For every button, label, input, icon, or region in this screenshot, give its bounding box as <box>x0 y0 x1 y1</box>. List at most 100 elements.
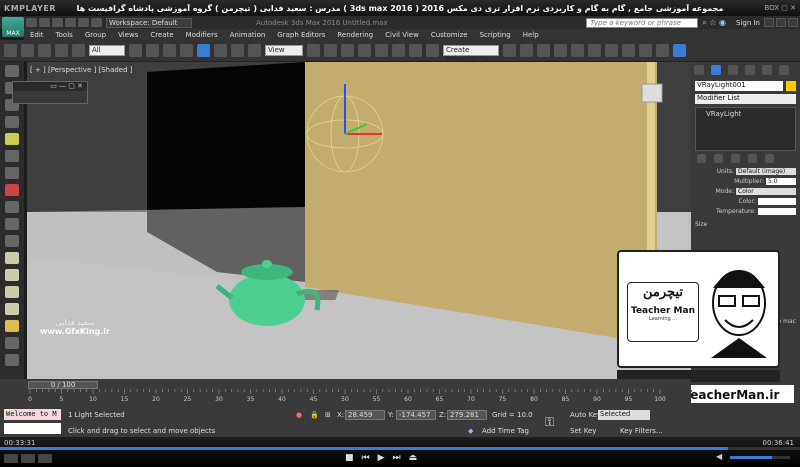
mode-select[interactable]: Color <box>736 188 796 195</box>
units-select[interactable]: Default (image) <box>736 168 796 175</box>
color-swatch[interactable] <box>758 198 796 205</box>
auto-key-button[interactable]: Auto Key <box>570 411 601 419</box>
render-frame-icon[interactable] <box>639 44 652 57</box>
material-editor-icon[interactable] <box>605 44 618 57</box>
viewport-perspective[interactable] <box>27 62 691 379</box>
selection-filter-select[interactable]: All <box>89 45 125 56</box>
rect-select-icon[interactable] <box>163 44 176 57</box>
key-filters-button[interactable]: Key Filters... <box>620 427 663 435</box>
mirror-icon[interactable] <box>503 44 516 57</box>
edit-named-sets-icon[interactable] <box>426 44 439 57</box>
menu-scripting[interactable]: Scripting <box>480 31 511 39</box>
save-icon[interactable] <box>52 18 63 27</box>
window-crossing-icon[interactable] <box>180 44 193 57</box>
link-icon[interactable] <box>38 44 51 57</box>
new-icon[interactable] <box>26 18 37 27</box>
open-file-icon[interactable]: ⏏ <box>409 453 418 463</box>
redo-icon[interactable] <box>21 44 34 57</box>
strip-tool-icon[interactable] <box>5 235 19 247</box>
selection-lock-icon[interactable]: ● <box>296 411 302 419</box>
undo-icon[interactable] <box>4 44 17 57</box>
auto-key-select[interactable]: Selected <box>598 410 650 420</box>
menu-group[interactable]: Group <box>85 31 106 39</box>
open-icon[interactable] <box>39 18 50 27</box>
stop-icon[interactable]: ■ <box>345 453 354 463</box>
percent-snap-icon[interactable] <box>392 44 405 57</box>
floating-window-controls[interactable]: ▭ — ▢ ✕ <box>13 82 87 91</box>
seek-bar[interactable] <box>0 447 800 450</box>
maximize-button[interactable] <box>776 18 786 27</box>
snap-icon[interactable] <box>358 44 371 57</box>
render-icon[interactable] <box>656 44 669 57</box>
ref-coord-select[interactable]: View <box>265 45 303 56</box>
stack-item-vraylight[interactable]: VRayLight <box>696 108 795 120</box>
scale-icon[interactable] <box>231 44 244 57</box>
undo-quick-icon[interactable] <box>65 18 76 27</box>
strip-tool-icon[interactable] <box>5 184 19 196</box>
show-end-icon[interactable] <box>714 154 723 163</box>
multiplier-spinner[interactable]: 5.0 <box>766 178 796 185</box>
menu-modifiers[interactable]: Modifiers <box>186 31 218 39</box>
menu-rendering[interactable]: Rendering <box>337 31 373 39</box>
place-icon[interactable] <box>248 44 261 57</box>
app-logo[interactable]: MAX <box>2 16 24 37</box>
search-input[interactable]: Type a keyword or phrase <box>586 17 699 28</box>
project-icon[interactable] <box>91 18 102 27</box>
workspace-select[interactable]: Workspace: Default <box>106 17 192 28</box>
menu-help[interactable]: Help <box>523 31 539 39</box>
strip-tool-icon[interactable] <box>5 150 19 162</box>
prev-icon[interactable]: ⏮ <box>362 453 370 463</box>
display-tab-icon[interactable] <box>762 65 772 75</box>
viewport-label[interactable]: [ + ] [Perspective ] [Shaded ] <box>30 66 133 74</box>
settings-icon[interactable] <box>38 454 52 463</box>
volume-icon[interactable]: ◀ <box>716 452 722 461</box>
utilities-tab-icon[interactable] <box>779 65 789 75</box>
temperature-spinner[interactable] <box>758 208 796 215</box>
sign-in-link[interactable]: Sign In <box>736 19 760 27</box>
time-slider[interactable]: 0 / 100 <box>28 381 98 389</box>
menu-animation[interactable]: Animation <box>230 31 266 39</box>
strip-tool-icon[interactable] <box>5 65 19 77</box>
select-manipulate-icon[interactable] <box>324 44 337 57</box>
sphere-icon[interactable] <box>5 252 19 264</box>
maxscript-listener[interactable]: Welcome to M <box>4 409 61 420</box>
bind-space-warp-icon[interactable] <box>72 44 85 57</box>
move-icon[interactable] <box>197 44 210 57</box>
menu-graph-editors[interactable]: Graph Editors <box>277 31 325 39</box>
strip-tool-icon[interactable] <box>5 337 19 349</box>
create-tab-icon[interactable] <box>694 65 704 75</box>
key-icon[interactable]: ⚿ <box>545 415 554 430</box>
curve-editor-icon[interactable] <box>571 44 584 57</box>
next-icon[interactable]: ⏭ <box>393 453 401 463</box>
align-icon[interactable] <box>520 44 533 57</box>
object-name-field[interactable]: VRayLight001 <box>695 81 783 91</box>
menu-views[interactable]: Views <box>118 31 138 39</box>
minimize-button[interactable] <box>764 18 774 27</box>
z-coordinate-field[interactable]: 279.281 <box>447 410 487 420</box>
strip-tool-icon[interactable] <box>5 167 19 179</box>
modify-tab-icon[interactable] <box>711 65 721 75</box>
hierarchy-tab-icon[interactable] <box>728 65 738 75</box>
schematic-icon[interactable] <box>588 44 601 57</box>
select-by-name-icon[interactable] <box>146 44 159 57</box>
pin-stack-icon[interactable] <box>697 154 706 163</box>
close-button[interactable] <box>788 18 798 27</box>
set-key-button[interactable]: Set Key <box>570 427 596 435</box>
menu-edit[interactable]: Edit <box>30 31 44 39</box>
layer-icon[interactable] <box>537 44 550 57</box>
modifier-list-select[interactable]: Modifier List <box>695 94 796 104</box>
strip-tool-icon[interactable] <box>5 218 19 230</box>
box-icon[interactable] <box>5 303 19 315</box>
floating-window[interactable]: ▭ — ▢ ✕ <box>12 81 88 104</box>
object-color-swatch[interactable] <box>786 81 796 91</box>
pivot-icon[interactable] <box>307 44 320 57</box>
remove-modifier-icon[interactable] <box>748 154 757 163</box>
lock-icon[interactable]: 🔒 <box>310 411 319 419</box>
render-setup-icon[interactable] <box>622 44 635 57</box>
play-icon[interactable]: ▶ <box>378 453 385 463</box>
motion-tab-icon[interactable] <box>745 65 755 75</box>
named-selection-select[interactable]: Create Selection Se <box>443 45 499 63</box>
render-production-icon[interactable] <box>673 44 686 57</box>
view-cube[interactable] <box>641 83 663 103</box>
gear-icon[interactable] <box>5 320 19 332</box>
